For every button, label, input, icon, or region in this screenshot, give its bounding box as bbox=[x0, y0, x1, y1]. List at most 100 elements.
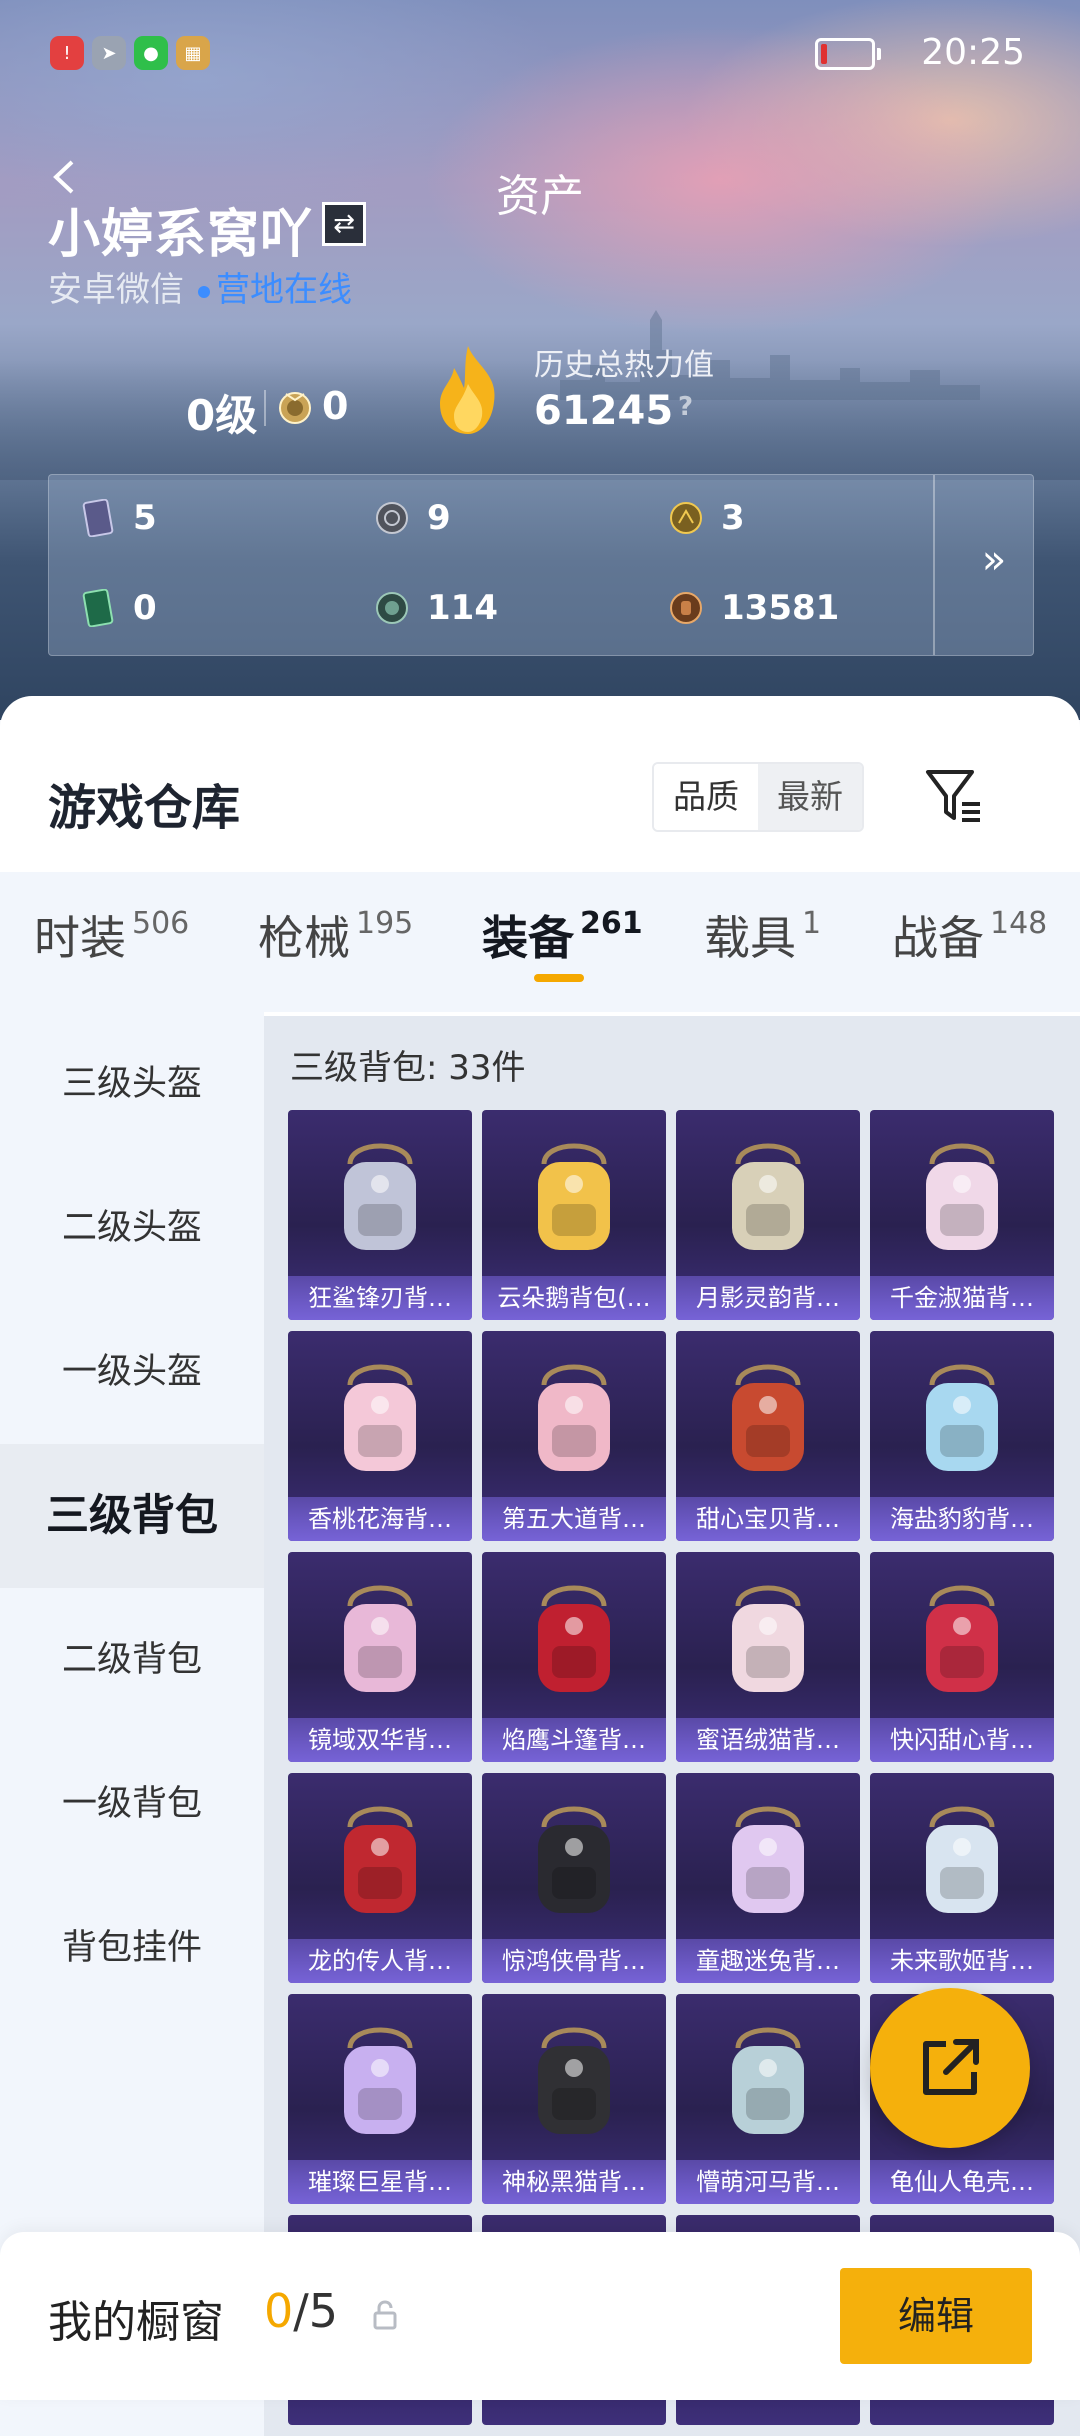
backpack-icon bbox=[926, 1585, 998, 1692]
backpack-icon bbox=[344, 1143, 416, 1250]
currency-value: 0 bbox=[133, 588, 157, 628]
sidebar-item-backpack-lv3[interactable]: 三级背包 bbox=[0, 1444, 264, 1588]
item-card[interactable]: 神秘黑猫背… bbox=[482, 1994, 666, 2204]
sidebar-item-helmet-lv2[interactable]: 二级头盔 bbox=[0, 1156, 264, 1300]
item-name: 甜心宝贝背… bbox=[676, 1497, 860, 1541]
backpack-icon bbox=[732, 1806, 804, 1913]
warehouse-sheet: 游戏仓库 品质 最新 时装 506 枪械 195 装备 261 载具 1 战备 148 三… bbox=[0, 696, 1080, 2436]
backpack-icon bbox=[538, 1585, 610, 1692]
backpack-icon bbox=[538, 1806, 610, 1913]
sidebar-item-backpack-lv1[interactable]: 一级背包 bbox=[0, 1732, 264, 1876]
backpack-icon bbox=[732, 2027, 804, 2134]
item-name: 海盐豹豹背… bbox=[870, 1497, 1054, 1541]
sidebar-item-backpack-lv2[interactable]: 二级背包 bbox=[0, 1588, 264, 1732]
item-name: 云朵鹅背包(… bbox=[482, 1276, 666, 1320]
item-card[interactable]: 海盐豹豹背… bbox=[870, 1331, 1054, 1541]
item-name: 香桃花海背… bbox=[288, 1497, 472, 1541]
item-card[interactable]: 云朵鹅背包(… bbox=[482, 1110, 666, 1320]
showcase-bar: 我的橱窗 0/5 编辑 bbox=[0, 2232, 1080, 2400]
currency-green-card: 0 bbox=[81, 583, 157, 633]
teal-coin-icon bbox=[376, 592, 408, 624]
battery-icon bbox=[815, 38, 881, 70]
subcategory-sidebar: 三级头盔 二级头盔 一级头盔 三级背包 二级背包 一级背包 背包挂件 bbox=[0, 1012, 264, 2436]
silver-coin-icon bbox=[376, 502, 408, 534]
flame-icon bbox=[440, 346, 495, 434]
item-card[interactable]: 千金淑猫背… bbox=[870, 1110, 1054, 1320]
alert-icon: ! bbox=[50, 36, 84, 70]
item-card[interactable]: 蜜语绒猫背… bbox=[676, 1552, 860, 1762]
sidebar-item-helmet-lv1[interactable]: 一级头盔 bbox=[0, 1300, 264, 1444]
currency-value: 5 bbox=[133, 498, 157, 538]
item-name: 璀璨巨星背… bbox=[288, 2160, 472, 2204]
double-chevron-right-icon[interactable]: » bbox=[969, 535, 1019, 585]
filter-icon[interactable] bbox=[924, 766, 984, 826]
backpack-icon bbox=[926, 1806, 998, 1913]
backpack-icon bbox=[538, 2027, 610, 2134]
item-name: 月影灵韵背… bbox=[676, 1276, 860, 1320]
edit-button[interactable]: 编辑 bbox=[840, 2268, 1032, 2364]
currency-value: 13581 bbox=[721, 588, 840, 628]
item-grid: 三级背包: 33件 狂鲨锋刃背… 云朵鹅背包(… 月影灵韵背… 千金淑猫背… 香桃花海背… bbox=[264, 1016, 1080, 2436]
backpack-icon bbox=[538, 1143, 610, 1250]
username: 小婷系窝吖 bbox=[48, 205, 314, 265]
online-dot-icon bbox=[198, 285, 210, 298]
switch-account-icon[interactable]: ⇄ bbox=[322, 202, 366, 246]
item-name: 龙的传人背… bbox=[288, 1939, 472, 1983]
item-card[interactable]: 快闪甜心背… bbox=[870, 1552, 1054, 1762]
item-name: 神秘黑猫背… bbox=[482, 2160, 666, 2204]
warehouse-title: 游戏仓库 bbox=[48, 780, 241, 836]
item-card[interactable]: 未来歌姬背… bbox=[870, 1773, 1054, 1983]
backpack-icon bbox=[344, 1585, 416, 1692]
sort-option-latest[interactable]: 最新 bbox=[758, 764, 862, 830]
sidebar-item-backpack-pendant[interactable]: 背包挂件 bbox=[0, 1876, 264, 2020]
backpack-icon bbox=[538, 1364, 610, 1471]
backpack-icon bbox=[732, 1364, 804, 1471]
card-icon bbox=[82, 499, 114, 537]
item-name: 狂鲨锋刃背… bbox=[288, 1276, 472, 1320]
backpack-icon bbox=[732, 1143, 804, 1250]
active-tab-indicator bbox=[534, 974, 584, 982]
backpack-icon bbox=[732, 1585, 804, 1692]
item-card[interactable]: 第五大道背… bbox=[482, 1331, 666, 1541]
item-card[interactable]: 龙的传人背… bbox=[288, 1773, 472, 1983]
tab-equipment[interactable]: 装备 261 bbox=[482, 902, 643, 968]
item-card[interactable]: 月影灵韵背… bbox=[676, 1110, 860, 1320]
item-card[interactable]: 甜心宝贝背… bbox=[676, 1331, 860, 1541]
wechat-icon: ● bbox=[134, 36, 168, 70]
item-card[interactable]: 香桃花海背… bbox=[288, 1331, 472, 1541]
game-app-icon: ▦ bbox=[176, 36, 210, 70]
backpack-icon bbox=[926, 1143, 998, 1250]
medal-icon bbox=[279, 392, 311, 424]
help-icon[interactable]: ? bbox=[678, 392, 693, 422]
tab-vehicles[interactable]: 载具 1 bbox=[704, 902, 821, 968]
backpack-icon bbox=[344, 1806, 416, 1913]
item-card[interactable]: 镜域双华背… bbox=[288, 1552, 472, 1762]
currency-value: 114 bbox=[427, 588, 498, 628]
bronze-coin-icon bbox=[670, 592, 702, 624]
share-button[interactable] bbox=[870, 1988, 1030, 2148]
tab-weapons[interactable]: 枪械 195 bbox=[258, 902, 413, 968]
item-name: 千金淑猫背… bbox=[870, 1276, 1054, 1320]
item-card[interactable]: 懵萌河马背… bbox=[676, 1994, 860, 2204]
item-card[interactable]: 惊鸿侠骨背… bbox=[482, 1773, 666, 1983]
external-link-icon bbox=[923, 2039, 979, 2095]
item-card[interactable]: 璀璨巨星背… bbox=[288, 1994, 472, 2204]
backpack-icon bbox=[344, 1364, 416, 1471]
sort-option-quality[interactable]: 品质 bbox=[654, 764, 758, 830]
telegram-icon: ➤ bbox=[92, 36, 126, 70]
tab-battle-prep[interactable]: 战备 148 bbox=[892, 902, 1047, 968]
currency-panel[interactable]: 5 9 3 0 114 13581 » bbox=[48, 474, 1034, 656]
item-card[interactable]: 童趣迷兔背… bbox=[676, 1773, 860, 1983]
item-card[interactable]: 焰鹰斗篷背… bbox=[482, 1552, 666, 1762]
currency-silver: 9 bbox=[375, 493, 451, 543]
item-name: 蜜语绒猫背… bbox=[676, 1718, 860, 1762]
status-time: 20:25 bbox=[921, 32, 1025, 73]
lock-icon bbox=[373, 2300, 397, 2330]
heat-value: 61245 bbox=[534, 388, 674, 434]
tab-fashion[interactable]: 时装 506 bbox=[34, 902, 189, 968]
sidebar-item-helmet-lv3[interactable]: 三级头盔 bbox=[0, 1012, 264, 1156]
item-name: 快闪甜心背… bbox=[870, 1718, 1054, 1762]
medal-count: 0 bbox=[322, 384, 349, 428]
currency-value: 3 bbox=[721, 498, 745, 538]
item-card[interactable]: 狂鲨锋刃背… bbox=[288, 1110, 472, 1320]
